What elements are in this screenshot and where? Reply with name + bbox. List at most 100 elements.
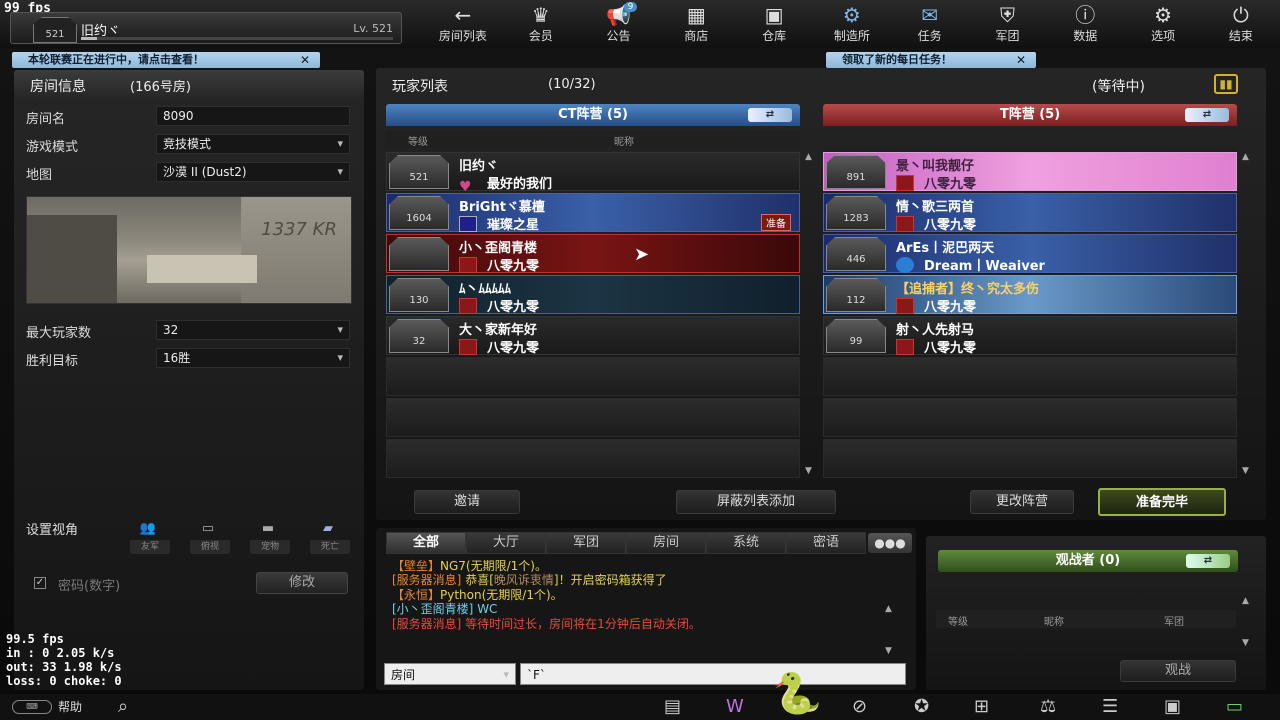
nav-warehouse[interactable]: ▣ 仓库	[735, 0, 813, 48]
user-level: Lv. 521	[353, 22, 393, 35]
nav-back-arrow[interactable]: ← 房间列表	[424, 0, 502, 48]
empty-slot[interactable]	[386, 439, 800, 478]
chat-tab[interactable]: 军团	[546, 532, 626, 554]
player-slot-ct[interactable]: 32 大丶家新年好 八零九零	[386, 316, 800, 356]
nav-data[interactable]: ⓘ 数据	[1046, 0, 1124, 48]
help-link[interactable]: 帮助	[58, 698, 82, 715]
player-slot-ct[interactable]: 小丶歪阁青楼 八零九零	[386, 234, 800, 274]
view-option-label: 死亡	[310, 540, 350, 554]
chat-tab[interactable]: 系统	[706, 532, 786, 554]
mission-notice[interactable]: 领取了新的每日任务！ ✕	[826, 52, 1036, 68]
swap-team-icon[interactable]: ⇄	[1185, 108, 1229, 122]
win-target-select[interactable]: 16胜	[156, 348, 350, 368]
nav-label: 会员	[528, 29, 553, 43]
scroll-down-icon[interactable]: ▼	[1242, 466, 1249, 476]
nav-label: 结束	[1228, 29, 1253, 43]
view-option-pet[interactable]: ▬ 宠物	[250, 516, 290, 554]
view-option-ally[interactable]: 👥 友军	[130, 516, 170, 554]
modify-password-button[interactable]: 修改	[256, 572, 348, 594]
battery-icon[interactable]: ▭	[1226, 696, 1243, 717]
nav-factory[interactable]: ⚙ 制造所	[813, 0, 891, 48]
player-slot-t[interactable]: 1283 情丶歌三两首 八零九零	[823, 193, 1237, 233]
nav-power[interactable]: ⏻ 结束	[1202, 0, 1280, 48]
nav-megaphone[interactable]: 📢 公告 9	[580, 0, 658, 48]
w-icon[interactable]: W	[726, 696, 744, 717]
cart-icon[interactable]: ⊞	[974, 696, 989, 717]
ready-button[interactable]: 准备完毕	[1098, 488, 1226, 516]
empty-slot[interactable]	[823, 439, 1237, 478]
compass-icon[interactable]: ⊘	[852, 696, 867, 717]
rank-badge-icon: 521	[33, 17, 77, 43]
change-team-button[interactable]: 更改阵营	[970, 490, 1074, 514]
rank-badge-icon: 521	[389, 155, 449, 189]
game-mode-select[interactable]: 竞技模式	[156, 134, 350, 154]
scales-icon[interactable]: ⚖	[1040, 696, 1056, 717]
scroll-up-icon[interactable]: ▲	[1242, 596, 1249, 606]
chat-input[interactable]: `F`	[520, 663, 906, 685]
chat-tab[interactable]: 密语	[786, 532, 866, 554]
clan-name: Dream丨Weaiver	[924, 259, 1045, 274]
pause-icon[interactable]: ▮▮	[1214, 74, 1238, 94]
nav-shop[interactable]: ▦ 商店	[657, 0, 735, 48]
empty-slot[interactable]	[386, 398, 800, 437]
rank-badge-icon: 130	[389, 278, 449, 312]
max-players-select[interactable]: 32	[156, 320, 350, 340]
player-slot-t[interactable]: 446 ArEs丨泥巴两天 Dream丨Weaiver	[823, 234, 1237, 274]
empty-slot[interactable]	[823, 357, 1237, 396]
scroll-down-icon[interactable]: ▼	[805, 466, 812, 476]
nav-crown[interactable]: ♛ 会员	[502, 0, 580, 48]
scroll-up-icon[interactable]: ▲	[885, 604, 892, 614]
player-name: 景丶叫我靓仔	[896, 159, 975, 174]
chat-message-part: 【永恒】	[392, 587, 441, 602]
view-option-death[interactable]: ▰ 死亡	[310, 516, 350, 554]
player-slot-ct[interactable]: 130 ﾑ丶ﾑﾑﾑﾑﾑ 八零九零	[386, 275, 800, 315]
chat-tab[interactable]: 房间	[626, 532, 706, 554]
player-slot-ct[interactable]: 1604 BriGhtヾ慕檀 璀璨之星 准备	[386, 193, 800, 233]
league-notice[interactable]: 本轮联赛正在进行中，请点击查看！ ✕	[12, 52, 320, 68]
invite-button[interactable]: 邀请	[414, 490, 520, 514]
chat-message-part: [服务器消息]	[392, 573, 462, 588]
nav-legion[interactable]: ⛨ 军团	[969, 0, 1047, 48]
empty-slot[interactable]	[386, 357, 800, 396]
player-slot-t[interactable]: 99 射丶人先射马 八零九零	[823, 316, 1237, 356]
close-icon[interactable]: ✕	[1016, 52, 1026, 68]
player-name: ArEs丨泥巴两天	[896, 241, 995, 256]
room-name-field[interactable]: 8090	[156, 106, 350, 126]
swap-team-icon[interactable]: ⇄	[748, 108, 792, 122]
scroll-down-icon[interactable]: ▼	[1242, 638, 1249, 648]
fire-icon[interactable]: ✪	[914, 696, 929, 717]
nav-gear[interactable]: ⚙ 选项	[1124, 0, 1202, 48]
chat-message-part: 【壁垒】	[392, 559, 441, 573]
clan-emblem-icon	[459, 216, 477, 232]
chat-channel-select[interactable]: 房间	[384, 663, 516, 686]
scroll-up-icon[interactable]: ▲	[805, 152, 812, 162]
net-fps: 99.5 fps	[6, 632, 64, 646]
chat-tab[interactable]: 大厅	[466, 532, 546, 554]
calendar-check-icon[interactable]: ▣	[1164, 696, 1181, 717]
scroll-up-icon[interactable]: ▲	[1242, 152, 1249, 162]
user-info-box[interactable]: 521 旧约ヾ Lv. 521	[10, 12, 402, 44]
search-icon[interactable]: ⌕	[118, 696, 128, 717]
close-icon[interactable]: ✕	[300, 52, 310, 68]
player-slot-t[interactable]: 112 【追捕者】终丶究太多伤 八零九零	[823, 275, 1237, 315]
calendar-icon[interactable]: ▤	[664, 696, 681, 717]
block-list-add-button[interactable]: 屏蔽列表添加	[676, 490, 836, 514]
warehouse-icon: ▣	[764, 3, 784, 27]
clan-emblem-icon	[459, 298, 477, 314]
player-slot-ct[interactable]: 521 旧约ヾ ♥ 最好的我们	[386, 152, 800, 195]
emoticon-icon[interactable]: ●●●	[868, 533, 912, 553]
checklist-icon[interactable]: ☰	[1102, 696, 1118, 717]
view-option-top[interactable]: ▭ 俯视	[190, 516, 230, 554]
nav-mission[interactable]: ✉ 任务	[891, 0, 969, 48]
empty-slot[interactable]	[823, 398, 1237, 437]
chat-message-part: [小丶歪阁青楼]	[392, 602, 474, 617]
password-checkbox[interactable]: ✓	[34, 577, 46, 589]
player-clan: 八零九零	[459, 337, 539, 356]
spectate-button[interactable]: 观战	[1120, 660, 1236, 682]
net-loss: loss: 0 choke: 0	[6, 674, 122, 688]
chat-tab[interactable]: 全部	[386, 532, 466, 554]
swap-team-icon[interactable]: ⇄	[1186, 554, 1230, 568]
player-slot-t[interactable]: 891 景丶叫我靓仔 八零九零	[823, 152, 1237, 192]
map-select[interactable]: 沙漠 II (Dust2)	[156, 162, 350, 182]
scroll-down-icon[interactable]: ▼	[885, 646, 892, 656]
